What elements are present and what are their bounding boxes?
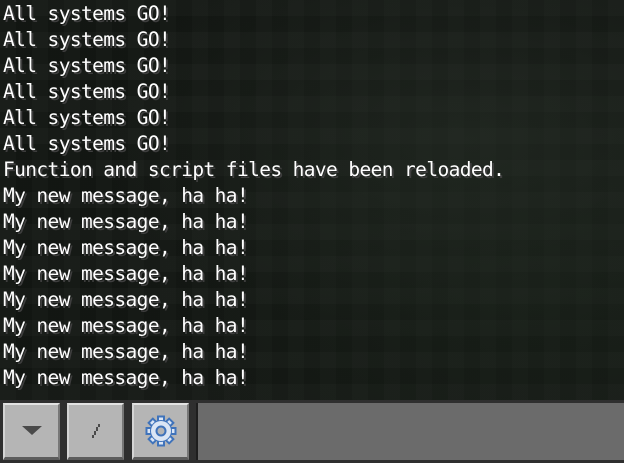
chat-message: All systems GO! — [3, 2, 171, 25]
chat-input[interactable] — [196, 403, 624, 460]
chat-message: My new message, ha ha! — [3, 288, 249, 311]
chat-message: My new message, ha ha! — [3, 262, 249, 285]
chat-message: My new message, ha ha! — [3, 236, 249, 259]
chat-message: All systems GO! — [3, 106, 171, 129]
chevron-down-icon — [21, 426, 42, 435]
gear-icon — [145, 415, 176, 447]
slash-command-button[interactable] — [67, 403, 124, 460]
slash-icon — [91, 424, 100, 438]
chat-menu-button[interactable] — [3, 403, 60, 460]
chat-message: My new message, ha ha! — [3, 366, 249, 389]
game-world-background: All systems GO! All systems GO! All syst… — [0, 0, 624, 400]
chat-message: Function and script files have been relo… — [3, 158, 505, 181]
chat-message: All systems GO! — [3, 28, 171, 51]
chat-message: All systems GO! — [3, 80, 171, 103]
chat-message: All systems GO! — [3, 132, 171, 155]
chat-message: My new message, ha ha! — [3, 184, 249, 207]
chat-input-bar — [0, 400, 624, 463]
chat-settings-button[interactable] — [132, 403, 189, 460]
chat-message: My new message, ha ha! — [3, 210, 249, 233]
chat-log: All systems GO! All systems GO! All syst… — [0, 1, 600, 391]
chat-message: My new message, ha ha! — [3, 340, 249, 363]
chat-message: My new message, ha ha! — [3, 314, 249, 337]
chat-message: All systems GO! — [3, 54, 171, 77]
